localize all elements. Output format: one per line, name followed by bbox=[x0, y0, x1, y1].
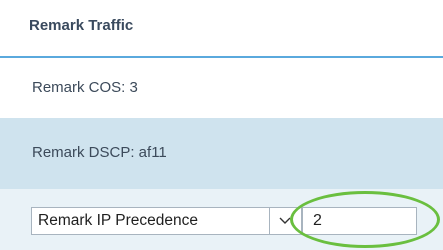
section-title: Remark Traffic bbox=[29, 17, 134, 34]
remark-type-select[interactable]: Remark IP Precedence bbox=[31, 207, 302, 235]
ip-precedence-value-input[interactable] bbox=[302, 207, 417, 235]
remark-cos-label: Remark COS: 3 bbox=[32, 79, 138, 96]
chevron-down-icon[interactable] bbox=[269, 208, 301, 234]
remark-traffic-panel: Remark Traffic Remark COS: 3 Remark DSCP… bbox=[0, 0, 443, 250]
remark-type-select-value: Remark IP Precedence bbox=[38, 212, 198, 229]
section-header: Remark Traffic bbox=[0, 0, 443, 58]
remark-cos-row[interactable]: Remark COS: 3 bbox=[0, 58, 443, 118]
remark-dscp-label: Remark DSCP: af11 bbox=[32, 144, 167, 161]
remark-dscp-row[interactable]: Remark DSCP: af11 bbox=[0, 118, 443, 189]
